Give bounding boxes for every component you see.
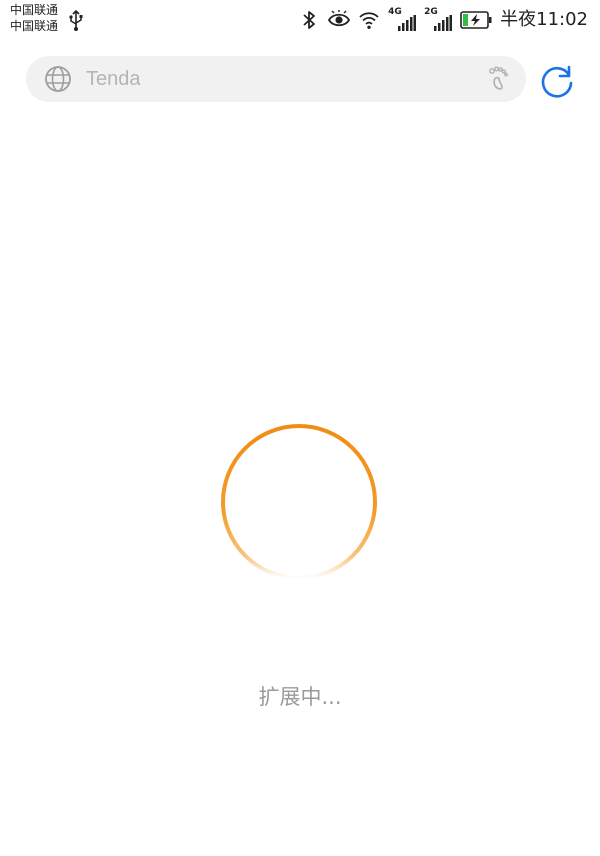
- carrier-label-2: 中国联通: [10, 19, 59, 33]
- status-time: 半夜11:02: [500, 9, 588, 30]
- address-bar[interactable]: [26, 56, 526, 102]
- address-row: [0, 56, 600, 104]
- address-input[interactable]: [86, 64, 456, 94]
- usb-icon: [69, 10, 83, 31]
- loading-text: 扩展中...: [258, 685, 342, 709]
- eye-icon: [328, 10, 351, 27]
- wifi-icon: [359, 12, 379, 29]
- signal-2g-icon: 2G: [424, 7, 453, 31]
- globe-icon: [45, 66, 71, 92]
- carrier-label-1: 中国联通: [10, 3, 59, 17]
- status-icons: 4G 2G 半夜11:02: [298, 7, 588, 32]
- battery-charging-icon: [460, 11, 492, 29]
- signal-4g-icon: 4G: [388, 7, 417, 31]
- loading-spinner: [221, 424, 377, 580]
- refresh-icon[interactable]: [538, 62, 576, 100]
- bluetooth-icon: [303, 11, 316, 29]
- carrier-block: 中国联通 中国联通: [10, 3, 58, 33]
- status-bar: 中国联通 中国联通 4G 2G 半夜11:02: [0, 0, 600, 40]
- footprint-icon[interactable]: [484, 65, 512, 93]
